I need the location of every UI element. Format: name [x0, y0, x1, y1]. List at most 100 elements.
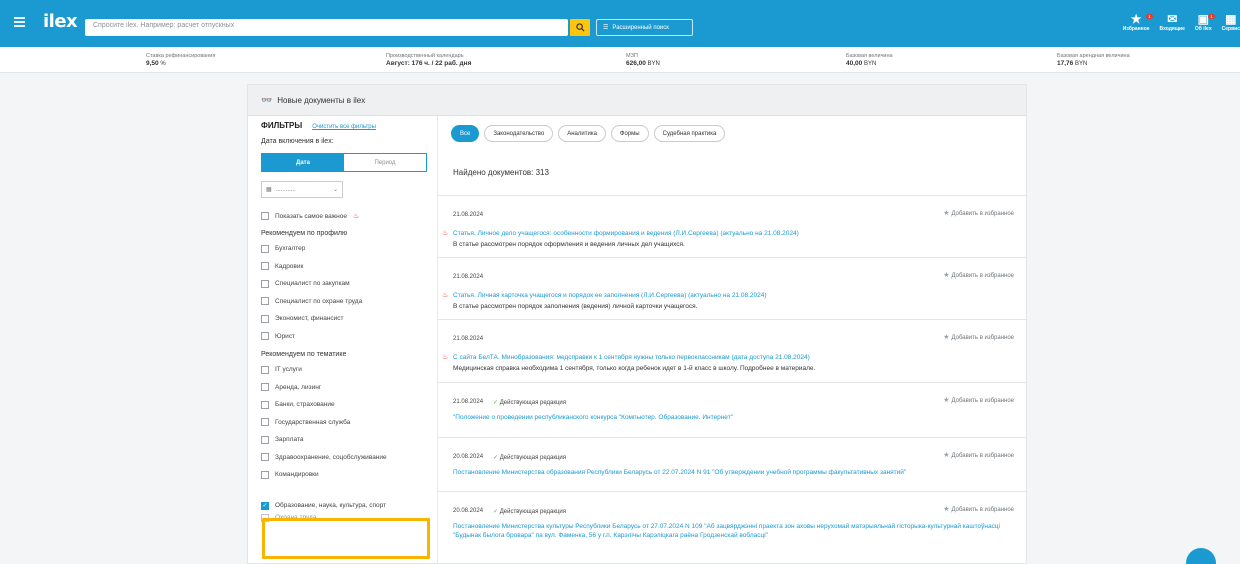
add-favorite-label: Добавить в избранное	[951, 273, 1014, 279]
profile-item-label: Кадровик	[275, 262, 304, 270]
header-item[interactable]: ▦ Сервис	[1222, 12, 1240, 32]
header-item-label: Об ilex	[1194, 26, 1212, 32]
topic-item-label: Аренда, лизинг	[275, 383, 322, 391]
search-input[interactable]: Спросите ilex. Например: расчет отпускны…	[85, 19, 568, 36]
document-title: Статья. Личное дело учащегося: особеннос…	[453, 230, 799, 237]
checkbox[interactable]	[261, 365, 269, 374]
document-date-row: 21.08.2024	[453, 212, 483, 218]
checkbox[interactable]	[261, 400, 269, 409]
period-tab[interactable]: Период	[344, 154, 426, 171]
profile-item[interactable]: Экономист, финансист	[261, 310, 424, 328]
add-favorite-button[interactable]: ★ Добавить в избранное	[943, 209, 1014, 217]
document-title-link[interactable]: ♨ С сайта БелТА. Минобразования: медсправ…	[442, 353, 1006, 362]
profile-item[interactable]: Юрист	[261, 328, 424, 346]
header-item-label: Избранное	[1122, 26, 1150, 32]
logo[interactable]: ilex	[43, 11, 78, 32]
info-number: 626,00	[626, 60, 646, 67]
info-unit: BYN	[862, 61, 877, 67]
chip-filter[interactable]: Формы	[610, 125, 649, 142]
profile-item-label: Юрист	[275, 332, 296, 340]
advanced-search-button[interactable]: ☰ Расширенный поиск	[596, 19, 693, 36]
chip-filter[interactable]: Законодательство	[484, 125, 554, 142]
checkbox[interactable]	[261, 470, 269, 479]
menu-icon[interactable]	[14, 17, 25, 27]
topic-item[interactable]: Банки, страхование	[261, 396, 424, 414]
topic-item-label: Охрана труда	[275, 514, 317, 521]
document-date-row: 21.08.2024 ✓ Действующая редакция	[453, 399, 566, 406]
document-description: В статье рассмотрен порядок заполнения (…	[453, 303, 698, 310]
topic-item[interactable]: Государственная служба	[261, 414, 424, 432]
profile-item[interactable]: Специалист по охране труда	[261, 293, 424, 311]
checkbox[interactable]	[261, 262, 269, 271]
date-tab[interactable]: Дата	[262, 154, 344, 171]
profile-item[interactable]: Специалист по закупкам	[261, 275, 424, 293]
add-favorite-button[interactable]: ★ Добавить в избранное	[943, 333, 1014, 341]
document-title-link[interactable]: "Положение о проведении республиканского…	[453, 413, 1006, 422]
topic-item[interactable]: Командировки	[261, 466, 424, 484]
topic-item-education[interactable]: ✓ Образование, наука, культура, спорт	[261, 498, 424, 514]
profile-list: Бухгалтер Кадровик Специалист по закупкам С…	[261, 240, 424, 345]
header-actions: ★ 1 Избранное ✉ Входящие ▣ 1 Об ilex ▦ Сервис	[1123, 12, 1240, 32]
date-picker[interactable]: ▦ ............ ⌄	[261, 181, 343, 198]
document-title-link[interactable]: ♨ Статья. Личное дело учащегося: особенно…	[442, 229, 1006, 238]
topic-item-label: Образование, наука, культура, спорт	[275, 502, 387, 509]
checkbox[interactable]	[261, 279, 269, 288]
profile-item[interactable]: Бухгалтер	[261, 240, 424, 258]
checkbox[interactable]	[261, 212, 269, 220]
new-documents-panel: 👓 Новые документы в ilex ФИЛЬТРЫ Очистит…	[247, 84, 1027, 564]
document-date-row: 20.08.2024 ✓ Действующая редакция	[453, 508, 566, 515]
document-title-link[interactable]: ♨ Статья. Личная карточка учащегося и пор…	[442, 291, 1006, 300]
checkbox[interactable]	[261, 297, 269, 306]
chip-filter[interactable]: Судебная практика	[653, 125, 726, 142]
sliders-icon: ☰	[603, 25, 609, 31]
document-date: 21.08.2024	[453, 399, 484, 405]
topic-item[interactable]: Аренда, лизинг	[261, 379, 424, 397]
checkbox[interactable]	[261, 513, 269, 522]
checkbox[interactable]	[261, 383, 269, 392]
chat-button[interactable]	[1186, 548, 1216, 564]
checkbox[interactable]	[261, 418, 269, 427]
profile-item[interactable]: Кадровик	[261, 258, 424, 276]
chevron-down-icon: ⌄	[332, 187, 338, 193]
header-item[interactable]: ▣ 1 Об ilex	[1194, 12, 1215, 32]
add-favorite-button[interactable]: ★ Добавить в избранное	[943, 451, 1014, 459]
header-item[interactable]: ★ 1 Избранное	[1122, 12, 1153, 32]
search-button[interactable]	[570, 19, 590, 36]
info-number: 40,00	[846, 60, 863, 67]
fire-icon: ♨	[352, 213, 360, 220]
checkbox-checked[interactable]: ✓	[261, 501, 269, 510]
checkbox[interactable]	[261, 244, 269, 253]
topic-item[interactable]: IT услуги	[261, 361, 424, 379]
document-date: 21.08.2024	[453, 274, 484, 280]
fire-icon: ♨	[442, 230, 449, 237]
chip-filter[interactable]: Аналитика	[558, 125, 606, 142]
document-title-link[interactable]: Постановление Министерства культуры Респ…	[453, 522, 1006, 540]
add-favorite-button[interactable]: ★ Добавить в избранное	[943, 396, 1014, 404]
calendar-icon: ▦	[266, 187, 272, 193]
info-value: 17,76 BYN	[1057, 60, 1130, 68]
checkbox[interactable]	[261, 453, 269, 462]
service-icon: ▦	[1225, 12, 1237, 26]
topic-item[interactable]: Зарплата	[261, 431, 424, 449]
add-favorite-button[interactable]: ★ Добавить в избранное	[943, 505, 1014, 513]
checkbox[interactable]	[261, 332, 269, 341]
header-item[interactable]: ✉ Входящие	[1160, 12, 1185, 32]
clear-filters-link[interactable]: Очистить все фильтры	[312, 124, 376, 130]
document-title: Статья. Личная карточка учащегося и поря…	[453, 292, 767, 299]
important-filter[interactable]: Показать самое важное ♨	[261, 208, 424, 224]
checkbox[interactable]	[261, 314, 269, 323]
document-description: В статье рассмотрен порядок оформления и…	[453, 241, 685, 248]
checkbox[interactable]	[261, 435, 269, 444]
topic-item[interactable]: Здравоохранение, соцобслуживание	[261, 449, 424, 467]
add-favorite-button[interactable]: ★ Добавить в избранное	[943, 271, 1014, 279]
chip-filter[interactable]: Все	[451, 125, 480, 142]
document-title-link[interactable]: Постановление Министерства образования Р…	[453, 468, 1006, 477]
check-icon: ✓	[493, 400, 500, 406]
info-label: Базовая величина	[846, 53, 893, 59]
topic-item-partial[interactable]: Охрана труда	[261, 513, 424, 522]
found-count: Найдено документов: 313	[453, 168, 549, 177]
topic-item-label: Командировки	[275, 471, 319, 479]
document-date: 21.08.2024	[453, 212, 484, 218]
binoculars-icon: 👓	[261, 94, 273, 105]
info-unit: %	[158, 61, 166, 67]
